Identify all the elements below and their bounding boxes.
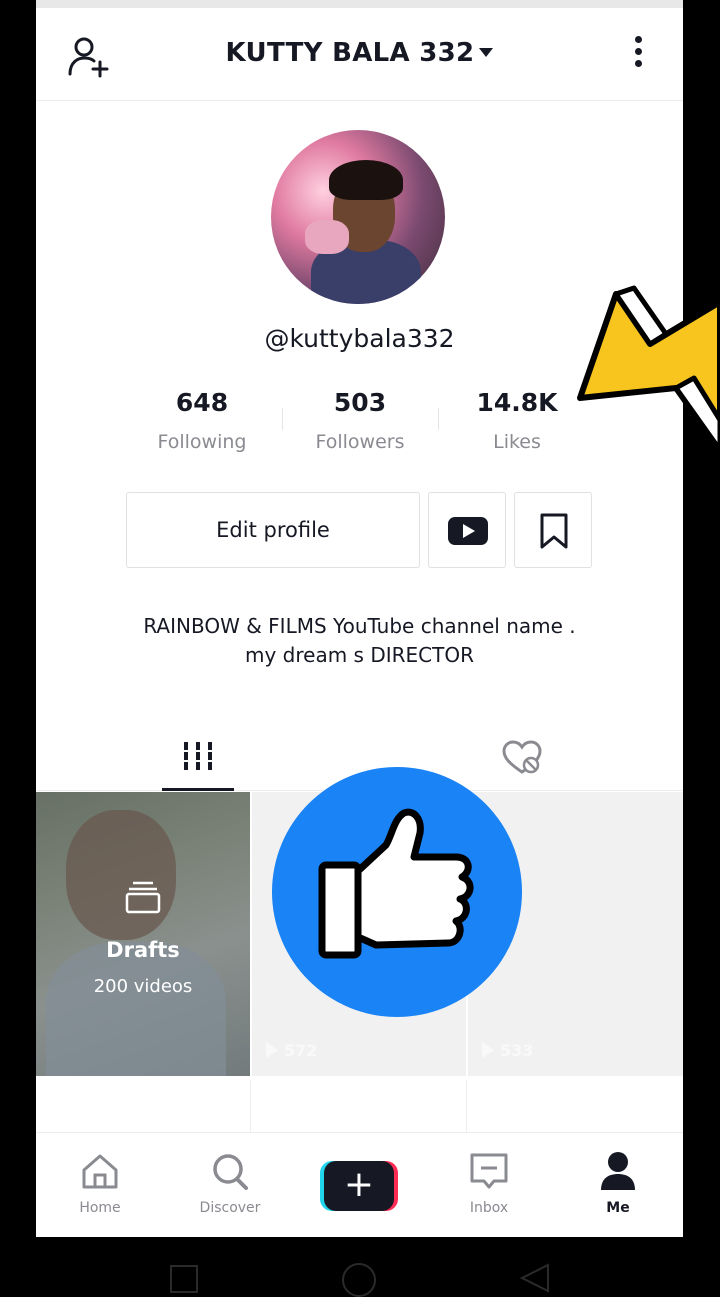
thumbs-up-icon: [318, 808, 474, 959]
search-icon: [213, 1154, 248, 1190]
stat-likes[interactable]: 14.8K Likes: [442, 388, 592, 453]
play-icon: [482, 1042, 494, 1058]
nav-home-label: Home: [79, 1200, 121, 1216]
home-circle-icon[interactable]: [342, 1263, 376, 1297]
nav-inbox-label: Inbox: [469, 1200, 509, 1216]
bio-line: my dream s DIRECTOR: [245, 643, 474, 667]
grid-icon: [184, 742, 212, 770]
recents-icon[interactable]: [170, 1265, 198, 1293]
view-count: 533: [482, 1041, 533, 1060]
system-nav-bar: [0, 1237, 720, 1297]
tab-indicator: [162, 788, 234, 791]
likes-count: 14.8K: [476, 388, 558, 417]
video-tile[interactable]: [36, 1080, 251, 1132]
create-button[interactable]: +: [320, 1161, 398, 1211]
drafts-count: 200 videos: [93, 976, 193, 997]
tab-liked[interactable]: [500, 738, 544, 778]
more-vertical-icon[interactable]: [628, 36, 648, 76]
followers-label: Followers: [315, 431, 405, 453]
nav-discover-label: Discover: [199, 1200, 261, 1216]
youtube-icon: [448, 517, 488, 545]
profile-header: KUTTY BALA 332: [36, 8, 683, 101]
stat-divider: [282, 408, 283, 430]
account-switcher[interactable]: KUTTY BALA 332: [36, 38, 683, 68]
drafts-tile[interactable]: Drafts 200 videos: [36, 792, 250, 1076]
followers-count: 503: [333, 388, 387, 417]
bottom-nav: Home Discover + Inbox Me: [36, 1132, 683, 1237]
profile-bio: RAINBOW & FILMS YouTube channel name . m…: [36, 612, 683, 670]
pointing-arrow: [576, 280, 720, 453]
bookmark-icon: [540, 513, 568, 549]
likes-label: Likes: [493, 431, 541, 453]
nav-me-label: Me: [606, 1200, 630, 1216]
nav-discover[interactable]: Discover: [180, 1151, 280, 1216]
inbox-icon: [470, 1153, 508, 1189]
tab-videos[interactable]: [162, 728, 234, 791]
bookmark-button[interactable]: [514, 492, 592, 568]
plus-icon: +: [324, 1161, 394, 1211]
play-icon: [266, 1042, 278, 1058]
edit-profile-button[interactable]: Edit profile: [126, 492, 420, 568]
hidden-heart-icon: [502, 740, 542, 774]
stat-divider: [438, 408, 439, 430]
following-count: 648: [175, 388, 229, 417]
youtube-button[interactable]: [428, 492, 506, 568]
drafts-label: Drafts: [106, 938, 180, 962]
back-icon[interactable]: [518, 1263, 552, 1293]
thumbs-up-overlay: [272, 767, 522, 1017]
bio-line: RAINBOW & FILMS YouTube channel name .: [143, 614, 576, 638]
profile-title: KUTTY BALA 332: [225, 38, 475, 68]
chevron-down-icon: [479, 48, 494, 57]
drafts-icon: [125, 881, 161, 914]
home-icon: [82, 1154, 118, 1189]
profile-icon: [601, 1152, 635, 1190]
following-label: Following: [157, 431, 247, 453]
nav-inbox[interactable]: Inbox: [439, 1151, 539, 1216]
video-tile[interactable]: [252, 1080, 467, 1132]
nav-me[interactable]: Me: [568, 1151, 668, 1216]
stat-following[interactable]: 648 Following: [127, 388, 277, 453]
nav-home[interactable]: Home: [50, 1151, 150, 1216]
profile-screen: KUTTY BALA 332 @kuttybala332 648 Followi…: [36, 0, 683, 1237]
stat-followers[interactable]: 503 Followers: [285, 388, 435, 453]
avatar[interactable]: [271, 130, 445, 304]
view-count-value: 533: [500, 1041, 534, 1060]
status-bar: [36, 0, 683, 8]
view-count: 572: [266, 1041, 317, 1060]
view-count-value: 572: [284, 1041, 318, 1060]
